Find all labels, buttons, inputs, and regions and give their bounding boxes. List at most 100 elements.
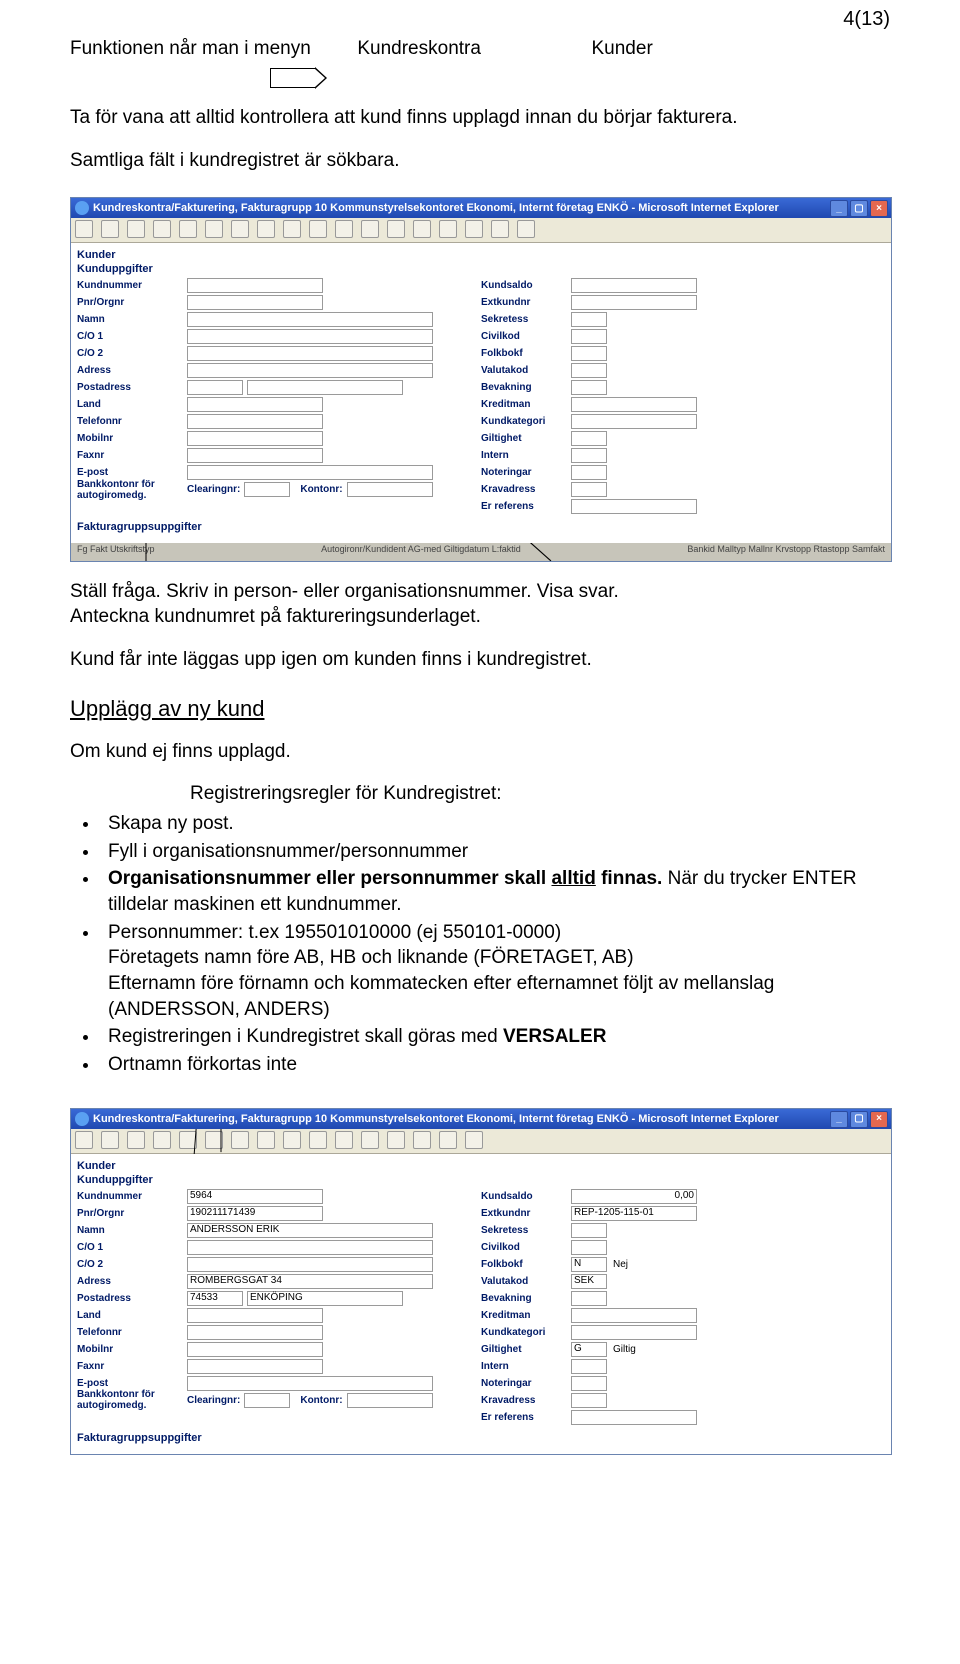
toolbar-btn[interactable] <box>205 220 223 238</box>
input-sekretess[interactable] <box>571 1223 607 1238</box>
close-icon[interactable]: × <box>870 200 888 217</box>
input-valutakod[interactable] <box>571 363 607 378</box>
toolbar-btn[interactable] <box>491 220 509 238</box>
input-co1[interactable] <box>187 329 433 344</box>
input-clearing[interactable] <box>244 1393 290 1408</box>
input-adress[interactable] <box>187 363 433 378</box>
input-co2[interactable] <box>187 346 433 361</box>
input-epost[interactable] <box>187 465 433 480</box>
label-fax: Faxnr <box>77 450 187 461</box>
toolbar-btn[interactable] <box>205 1131 223 1149</box>
input-pnr[interactable]: 190211171439 <box>187 1206 323 1221</box>
input-namn[interactable]: ANDERSSON ERIK <box>187 1223 433 1238</box>
toolbar-btn[interactable] <box>101 220 119 238</box>
input-fax[interactable] <box>187 1359 323 1374</box>
input-adress[interactable]: ROMBERGSGAT 34 <box>187 1274 433 1289</box>
toolbar-btn[interactable] <box>231 1131 249 1149</box>
toolbar-btn[interactable] <box>231 220 249 238</box>
toolbar-btn[interactable] <box>153 1131 171 1149</box>
toolbar-btn[interactable] <box>413 1131 431 1149</box>
toolbar-btn[interactable] <box>283 220 301 238</box>
input-postnr[interactable] <box>187 380 243 395</box>
input-sekretess[interactable] <box>571 312 607 327</box>
input-kreditman[interactable] <box>571 397 697 412</box>
label-kundkategori: Kundkategori <box>481 1327 571 1338</box>
input-bevakning[interactable] <box>571 380 607 395</box>
toolbar-btn[interactable] <box>179 1131 197 1149</box>
input-telefon[interactable] <box>187 414 323 429</box>
input-kundkategori[interactable] <box>571 1325 697 1340</box>
toolbar-btn[interactable] <box>127 1131 145 1149</box>
toolbar-btn[interactable] <box>75 1131 93 1149</box>
input-noteringar[interactable] <box>571 465 607 480</box>
input-civilkod[interactable] <box>571 1240 607 1255</box>
input-kravadress[interactable] <box>571 482 607 497</box>
toolbar-btn[interactable] <box>335 1131 353 1149</box>
maximize-icon[interactable]: ▢ <box>850 200 868 217</box>
input-intern[interactable] <box>571 448 607 463</box>
input-giltighet[interactable] <box>571 431 607 446</box>
toolbar-btn[interactable] <box>153 220 171 238</box>
toolbar-btn[interactable] <box>439 1131 457 1149</box>
toolbar-btn[interactable] <box>517 220 535 238</box>
input-extkundnr[interactable]: REP-1205-115-01 <box>571 1206 697 1221</box>
input-kundkategori[interactable] <box>571 414 697 429</box>
input-mobil[interactable] <box>187 1342 323 1357</box>
toolbar-btn[interactable] <box>283 1131 301 1149</box>
input-mobil[interactable] <box>187 431 323 446</box>
input-kontonr[interactable] <box>347 482 433 497</box>
toolbar-btn[interactable] <box>257 1131 275 1149</box>
input-intern[interactable] <box>571 1359 607 1374</box>
input-clearing[interactable] <box>244 482 290 497</box>
input-postnr[interactable]: 74533 <box>187 1291 243 1306</box>
input-fax[interactable] <box>187 448 323 463</box>
input-folkbokf[interactable] <box>571 346 607 361</box>
toolbar-btn[interactable] <box>413 220 431 238</box>
toolbar-btn[interactable] <box>179 220 197 238</box>
input-epost[interactable] <box>187 1376 433 1391</box>
input-kundsaldo[interactable] <box>571 278 697 293</box>
input-co1[interactable] <box>187 1240 433 1255</box>
input-kundnummer[interactable]: 5964 <box>187 1189 323 1204</box>
input-postort[interactable]: ENKÖPING <box>247 1291 403 1306</box>
toolbar-btn[interactable] <box>335 220 353 238</box>
toolbar-btn[interactable] <box>75 220 93 238</box>
input-erreferens[interactable] <box>571 499 697 514</box>
input-kundsaldo[interactable]: 0,00 <box>571 1189 697 1204</box>
toolbar-btn[interactable] <box>439 220 457 238</box>
input-valutakod[interactable]: SEK <box>571 1274 607 1289</box>
input-land[interactable] <box>187 1308 323 1323</box>
input-namn[interactable] <box>187 312 433 327</box>
toolbar-btn[interactable] <box>361 220 379 238</box>
input-kundnummer[interactable] <box>187 278 323 293</box>
input-giltighet-code[interactable]: G <box>571 1342 607 1357</box>
input-kravadress[interactable] <box>571 1393 607 1408</box>
close-icon[interactable]: × <box>870 1111 888 1128</box>
minimize-icon[interactable]: _ <box>830 1111 848 1128</box>
input-land[interactable] <box>187 397 323 412</box>
input-folkbokf-code[interactable]: N <box>571 1257 607 1272</box>
toolbar-btn[interactable] <box>387 1131 405 1149</box>
toolbar-btn[interactable] <box>257 220 275 238</box>
input-bevakning[interactable] <box>571 1291 607 1306</box>
toolbar-btn[interactable] <box>309 1131 327 1149</box>
toolbar-btn[interactable] <box>465 220 483 238</box>
maximize-icon[interactable]: ▢ <box>850 1111 868 1128</box>
toolbar-btn[interactable] <box>465 1131 483 1149</box>
toolbar-btn[interactable] <box>101 1131 119 1149</box>
toolbar-btn[interactable] <box>361 1131 379 1149</box>
input-erreferens[interactable] <box>571 1410 697 1425</box>
input-kreditman[interactable] <box>571 1308 697 1323</box>
input-noteringar[interactable] <box>571 1376 607 1391</box>
toolbar-btn[interactable] <box>309 220 327 238</box>
input-extkundnr[interactable] <box>571 295 697 310</box>
input-telefon[interactable] <box>187 1325 323 1340</box>
input-co2[interactable] <box>187 1257 433 1272</box>
toolbar-btn[interactable] <box>387 220 405 238</box>
input-civilkod[interactable] <box>571 329 607 344</box>
input-kontonr[interactable] <box>347 1393 433 1408</box>
input-postort[interactable] <box>247 380 403 395</box>
toolbar-btn[interactable] <box>127 220 145 238</box>
minimize-icon[interactable]: _ <box>830 200 848 217</box>
input-pnr[interactable] <box>187 295 323 310</box>
